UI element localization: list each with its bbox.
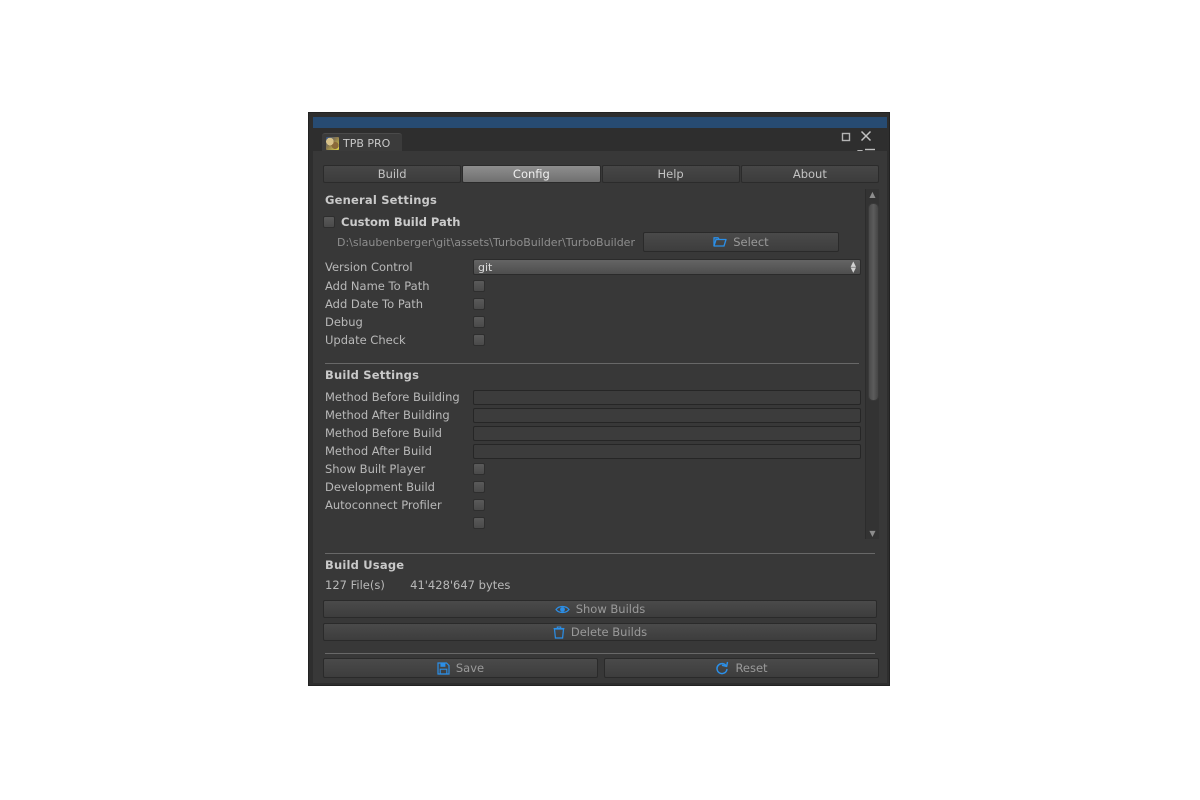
build-usage-separator (325, 553, 875, 554)
settings-scroll-area: General Settings Custom Build Path D:\sl… (323, 189, 879, 539)
clipped-row (323, 514, 863, 532)
scrollbar-thumb[interactable] (868, 203, 879, 401)
autoconnect-profiler-checkbox[interactable] (473, 499, 485, 511)
window-tab[interactable]: TPB PRO (322, 133, 403, 152)
add-name-to-path-checkbox[interactable] (473, 280, 485, 292)
footer-separator (325, 653, 875, 654)
build-usage-stats: 127 File(s) 41'428'647 bytes (325, 578, 879, 592)
nav-tabs: Build Config Help About (323, 165, 879, 183)
method-before-building-input[interactable] (473, 389, 861, 405)
build-settings-heading: Build Settings (325, 368, 420, 382)
tab-build[interactable]: Build (323, 165, 462, 183)
show-built-player-checkbox[interactable] (473, 463, 485, 475)
select-path-button-label: Select (733, 235, 769, 249)
method-after-build-label: Method After Build (325, 444, 432, 458)
add-date-to-path-label: Add Date To Path (325, 297, 424, 311)
custom-build-path-checkbox[interactable] (323, 216, 335, 228)
tab-about[interactable]: About (740, 165, 879, 183)
maximize-icon[interactable] (839, 129, 853, 143)
method-before-building-row: Method Before Building (323, 388, 863, 406)
build-usage-section: Build Usage 127 File(s) 41'428'647 bytes… (323, 547, 879, 678)
close-icon[interactable] (859, 128, 873, 142)
update-check-checkbox[interactable] (473, 334, 485, 346)
build-usage-file-count: 127 File(s) (325, 578, 385, 592)
app-thumbnail-icon (326, 136, 339, 150)
trash-icon (553, 625, 565, 639)
version-control-label: Version Control (325, 260, 413, 274)
development-build-row: Development Build (323, 478, 863, 496)
version-control-row: Version Control git ▲ ▼ (323, 257, 863, 277)
window-controls (839, 128, 883, 157)
add-date-to-path-checkbox[interactable] (473, 298, 485, 310)
save-button[interactable]: Save (323, 658, 598, 678)
debug-label: Debug (325, 315, 363, 329)
autoconnect-profiler-row: Autoconnect Profiler (323, 496, 863, 514)
debug-checkbox[interactable] (473, 316, 485, 328)
reset-button[interactable]: Reset (604, 658, 879, 678)
method-after-build-row: Method After Build (323, 442, 863, 460)
select-path-button[interactable]: Select (642, 232, 839, 252)
general-settings-heading: General Settings (325, 193, 438, 207)
build-usage-heading: Build Usage (325, 558, 405, 572)
window-tab-label: TPB PRO (343, 136, 391, 150)
tab-config[interactable]: Config (462, 165, 601, 183)
update-check-label: Update Check (325, 333, 406, 347)
version-control-dropdown[interactable]: git ▲ ▼ (473, 259, 861, 275)
folder-icon (713, 236, 727, 248)
reset-arrow-icon (715, 661, 729, 675)
method-before-build-row: Method Before Build (323, 424, 863, 442)
clipped-row-checkbox[interactable] (473, 517, 485, 529)
chevron-updown-icon: ▲ ▼ (850, 260, 856, 274)
method-before-build-input[interactable] (473, 425, 861, 441)
development-build-checkbox[interactable] (473, 481, 485, 493)
method-before-build-label: Method Before Build (325, 426, 442, 440)
floppy-disk-icon (437, 661, 450, 675)
settings-scroll-content: General Settings Custom Build Path D:\sl… (323, 189, 863, 532)
autoconnect-profiler-label: Autoconnect Profiler (325, 498, 442, 512)
build-usage-byte-size: 41'428'647 bytes (410, 578, 511, 592)
update-check-row: Update Check (323, 331, 863, 349)
show-builds-button[interactable]: Show Builds (323, 600, 877, 618)
version-control-value: git (478, 260, 493, 274)
add-date-to-path-row: Add Date To Path (323, 295, 863, 313)
method-after-building-label: Method After Building (325, 408, 450, 422)
method-after-build-input[interactable] (473, 443, 861, 459)
config-panel: Build Config Help About General Settings… (313, 151, 887, 683)
save-button-label: Save (455, 661, 485, 675)
footer-buttons: Save Reset (323, 658, 879, 678)
method-after-building-input[interactable] (473, 407, 861, 423)
show-built-player-row: Show Built Player (323, 460, 863, 478)
scroll-down-icon[interactable]: ▼ (867, 528, 878, 539)
show-builds-label: Show Builds (575, 602, 646, 616)
add-name-to-path-label: Add Name To Path (325, 279, 430, 293)
window-title-strip[interactable] (313, 117, 887, 128)
show-built-player-label: Show Built Player (325, 462, 426, 476)
tpb-pro-window: TPB PRO Build Config Help About General … (308, 112, 890, 686)
method-after-building-row: Method After Building (323, 406, 863, 424)
debug-row: Debug (323, 313, 863, 331)
delete-builds-button[interactable]: Delete Builds (323, 623, 877, 641)
build-path-row: D:\slaubenberger\git\assets\TurboBuilder… (323, 231, 863, 253)
settings-scrollbar[interactable]: ▲ ▼ (865, 189, 879, 539)
custom-build-path-label: Custom Build Path (341, 215, 461, 229)
eye-icon (554, 604, 570, 615)
add-name-to-path-row: Add Name To Path (323, 277, 863, 295)
reset-button-label: Reset (735, 661, 768, 675)
build-settings-separator (325, 363, 859, 364)
development-build-label: Development Build (325, 480, 435, 494)
build-path-value: D:\slaubenberger\git\assets\TurboBuilder… (337, 235, 635, 249)
delete-builds-label: Delete Builds (570, 625, 648, 639)
method-before-building-label: Method Before Building (325, 390, 460, 404)
scroll-up-icon[interactable]: ▲ (867, 189, 878, 200)
custom-build-path-row: Custom Build Path (323, 213, 863, 231)
tab-help[interactable]: Help (601, 165, 740, 183)
